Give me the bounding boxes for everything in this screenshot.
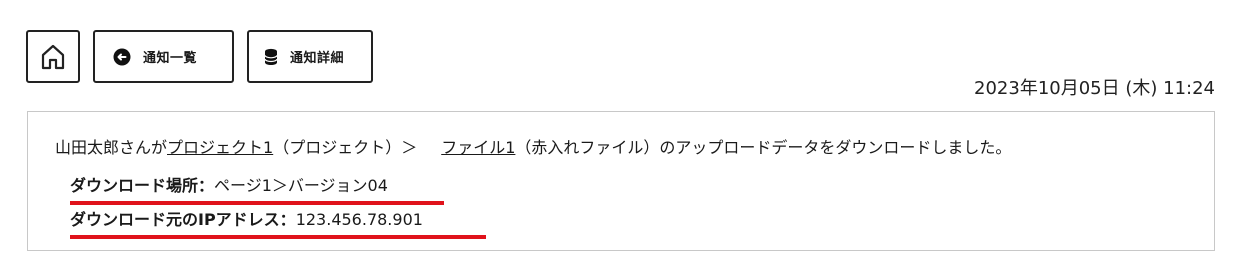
notification-list-label: 通知一覧 — [143, 51, 198, 66]
download-location-row: ダウンロード場所：ページ1＞バージョン04 — [70, 172, 444, 205]
download-location-label: ダウンロード場所： — [70, 176, 215, 195]
notification-datetime: 2023年10月05日 (木) 11:24 — [974, 78, 1215, 99]
database-icon — [264, 48, 278, 66]
message-prefix: 山田太郎さんが — [55, 138, 168, 157]
download-ip-label: ダウンロード元のIPアドレス： — [70, 210, 296, 229]
download-ip-row: ダウンロード元のIPアドレス：123.456.78.901 — [70, 206, 486, 239]
file-link[interactable]: ファイル1 — [441, 138, 515, 157]
notification-message: 山田太郎さんがプロジェクト1（プロジェクト）＞ ファイル1（赤入れファイル）のアッ… — [55, 134, 1011, 158]
project-suffix: （プロジェクト）＞ — [273, 138, 418, 157]
notification-detail-button[interactable]: 通知詳細 — [247, 30, 373, 83]
notification-list-button[interactable]: 通知一覧 — [93, 30, 234, 83]
home-button[interactable] — [26, 30, 80, 83]
back-circle-icon — [113, 48, 131, 66]
notification-panel: 山田太郎さんがプロジェクト1（プロジェクト）＞ ファイル1（赤入れファイル）のアッ… — [27, 111, 1215, 251]
file-suffix: （赤入れファイル）のアップロードデータをダウンロードしました。 — [515, 138, 1012, 157]
notification-detail-label: 通知詳細 — [290, 51, 345, 66]
download-ip-value: 123.456.78.901 — [295, 210, 423, 229]
download-location-value: ページ1＞バージョン04 — [214, 176, 388, 195]
toolbar: 通知一覧 通知詳細 — [26, 30, 373, 83]
project-link[interactable]: プロジェクト1 — [167, 138, 273, 157]
home-icon — [39, 43, 67, 71]
